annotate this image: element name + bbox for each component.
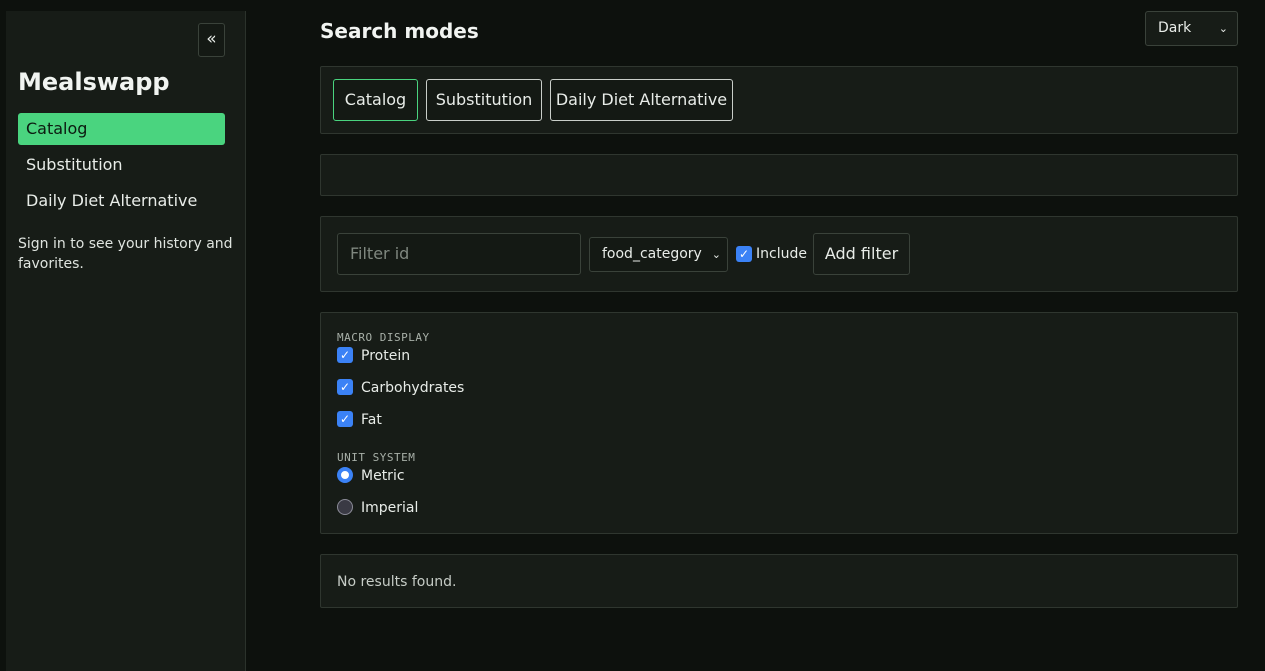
include-label: Include	[756, 246, 807, 262]
sidebar-item-catalog[interactable]: Catalog	[18, 113, 225, 145]
chevron-down-icon: ⌄	[711, 248, 721, 261]
carbohydrates-checkbox[interactable]: ✓	[337, 379, 353, 395]
theme-select-value: Dark	[1158, 20, 1192, 36]
imperial-radio[interactable]	[337, 499, 353, 515]
fat-checkbox[interactable]: ✓	[337, 411, 353, 427]
protein-checkbox[interactable]: ✓	[337, 347, 353, 363]
signin-note: Sign in to see your history and favorite…	[18, 236, 233, 272]
fat-label: Fat	[361, 412, 382, 428]
mode-catalog-button[interactable]: Catalog	[333, 79, 418, 121]
sidebar-item-daily-diet-alternative[interactable]: Daily Diet Alternative	[18, 185, 225, 217]
brand-title: Mealswapp	[18, 68, 170, 96]
mode-daily-diet-alternative-button[interactable]: Daily Diet Alternative	[550, 79, 733, 121]
filter-field-select[interactable]: food_category ⌄	[589, 237, 728, 272]
chevron-down-icon: ⌄	[1218, 22, 1228, 35]
page-title: Search modes	[320, 19, 479, 43]
sidebar-nav: Catalog Substitution Daily Diet Alternat…	[18, 113, 225, 221]
include-checkbox[interactable]: ✓	[736, 246, 752, 262]
theme-select[interactable]: Dark ⌄	[1145, 11, 1238, 46]
mode-substitution-button[interactable]: Substitution	[426, 79, 542, 121]
protein-label: Protein	[361, 348, 411, 364]
metric-radio[interactable]	[337, 467, 353, 483]
no-results-text: No results found.	[337, 574, 457, 590]
macro-display-label: MACRO DISPLAY	[337, 331, 430, 344]
imperial-label: Imperial	[361, 500, 419, 516]
results-panel: No results found.	[320, 554, 1238, 608]
unit-system-label: UNIT SYSTEM	[337, 451, 416, 464]
search-modes-panel: Catalog Substitution Daily Diet Alternat…	[320, 66, 1238, 134]
display-settings-panel: MACRO DISPLAY ✓ Protein ✓ Carbohydrates …	[320, 312, 1238, 534]
metric-label: Metric	[361, 468, 405, 484]
sidebar-item-substitution[interactable]: Substitution	[18, 149, 225, 181]
sidebar: « Mealswapp Catalog Substitution Daily D…	[6, 11, 246, 671]
filter-id-input[interactable]: Filter id	[337, 233, 581, 275]
add-filter-button[interactable]: Add filter	[813, 233, 910, 275]
search-input[interactable]	[320, 154, 1238, 196]
collapse-sidebar-button[interactable]: «	[198, 23, 225, 57]
filter-panel: Filter id food_category ⌄ ✓ Include Add …	[320, 216, 1238, 292]
filter-field-value: food_category	[602, 246, 702, 262]
carbohydrates-label: Carbohydrates	[361, 380, 465, 396]
